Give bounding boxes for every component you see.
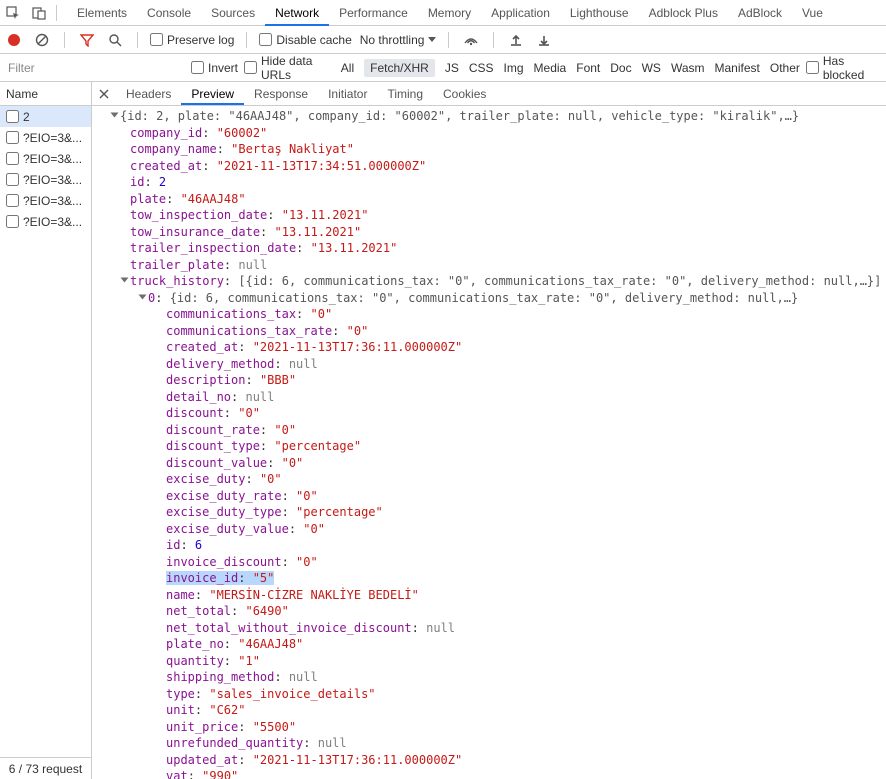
devtools-top-tabs: ElementsConsoleSourcesNetworkPerformance… xyxy=(0,0,886,26)
hide-data-urls-label: Hide data URLs xyxy=(261,54,335,82)
request-name: ?EIO=3&... xyxy=(23,215,82,229)
detail-tab-timing[interactable]: Timing xyxy=(377,83,433,105)
separator xyxy=(56,5,57,21)
throttling-label: No throttling xyxy=(360,33,425,47)
request-item[interactable]: 2 xyxy=(0,106,91,127)
filter-type-img[interactable]: Img xyxy=(504,61,524,75)
request-name: ?EIO=3&... xyxy=(23,173,82,187)
separator xyxy=(246,32,247,48)
detail-tab-cookies[interactable]: Cookies xyxy=(433,83,496,105)
top-tab-lighthouse[interactable]: Lighthouse xyxy=(560,0,639,26)
preserve-log-checkbox[interactable]: Preserve log xyxy=(150,33,234,47)
has-blocked-checkbox[interactable]: Has blocked xyxy=(806,54,880,82)
filter-type-doc[interactable]: Doc xyxy=(610,61,631,75)
separator xyxy=(448,32,449,48)
filter-type-manifest[interactable]: Manifest xyxy=(715,61,760,75)
request-checkbox[interactable] xyxy=(6,152,19,165)
record-button[interactable] xyxy=(4,30,24,50)
top-tab-elements[interactable]: Elements xyxy=(67,0,137,26)
top-tab-application[interactable]: Application xyxy=(481,0,560,26)
request-checkbox[interactable] xyxy=(6,110,19,123)
hide-data-urls-checkbox[interactable]: Hide data URLs xyxy=(244,54,335,82)
separator xyxy=(64,32,65,48)
detail-tab-preview[interactable]: Preview xyxy=(181,83,244,105)
network-conditions-icon[interactable] xyxy=(461,30,481,50)
expand-toggle[interactable] xyxy=(111,113,119,118)
status-bar: 6 / 73 request xyxy=(0,757,91,779)
search-icon[interactable] xyxy=(105,30,125,50)
expand-toggle[interactable] xyxy=(139,294,147,299)
top-tab-adblock[interactable]: AdBlock xyxy=(728,0,792,26)
disable-cache-label: Disable cache xyxy=(276,33,351,47)
invert-label: Invert xyxy=(208,61,238,75)
request-name: ?EIO=3&... xyxy=(23,152,82,166)
detail-tabs: HeadersPreviewResponseInitiatorTimingCoo… xyxy=(92,82,886,106)
filter-type-font[interactable]: Font xyxy=(576,61,600,75)
filter-toggle-icon[interactable] xyxy=(77,30,97,50)
chevron-down-icon xyxy=(428,37,436,42)
filter-type-other[interactable]: Other xyxy=(770,61,800,75)
request-checkbox[interactable] xyxy=(6,215,19,228)
filter-type-ws[interactable]: WS xyxy=(642,61,661,75)
network-toolbar: Preserve log Disable cache No throttling xyxy=(0,26,886,54)
detail-tab-headers[interactable]: Headers xyxy=(116,83,181,105)
request-name: 2 xyxy=(23,110,30,124)
request-list-panel: Name 2 ?EIO=3&... ?EIO=3&... ?EIO=3&... ?EIO… xyxy=(0,82,92,779)
filter-type-css[interactable]: CSS xyxy=(469,61,494,75)
filter-type-media[interactable]: Media xyxy=(534,61,567,75)
filter-bar: Invert Hide data URLs All Fetch/XHR JS CSS I… xyxy=(0,54,886,82)
clear-icon[interactable] xyxy=(32,30,52,50)
request-item[interactable]: ?EIO=3&... xyxy=(0,211,91,232)
expand-toggle[interactable] xyxy=(121,278,129,283)
download-har-icon[interactable] xyxy=(534,30,554,50)
throttling-select[interactable]: No throttling xyxy=(360,33,437,47)
filter-input[interactable] xyxy=(6,60,165,76)
filter-type-wasm[interactable]: Wasm xyxy=(671,61,705,75)
request-list-header: Name xyxy=(0,82,91,106)
separator xyxy=(493,32,494,48)
inspect-icon[interactable] xyxy=(0,0,26,26)
top-tab-memory[interactable]: Memory xyxy=(418,0,481,26)
detail-tab-response[interactable]: Response xyxy=(244,83,318,105)
request-checkbox[interactable] xyxy=(6,173,19,186)
detail-panel: HeadersPreviewResponseInitiatorTimingCoo… xyxy=(92,82,886,779)
filter-type-fetchxhr[interactable]: Fetch/XHR xyxy=(364,59,435,77)
top-tab-network[interactable]: Network xyxy=(265,0,329,26)
filter-type-all[interactable]: All xyxy=(341,61,354,75)
disable-cache-checkbox[interactable]: Disable cache xyxy=(259,33,351,47)
request-item[interactable]: ?EIO=3&... xyxy=(0,190,91,211)
detail-tab-initiator[interactable]: Initiator xyxy=(318,83,377,105)
request-name: ?EIO=3&... xyxy=(23,194,82,208)
top-tab-console[interactable]: Console xyxy=(137,0,201,26)
request-checkbox[interactable] xyxy=(6,194,19,207)
top-tab-adblock-plus[interactable]: Adblock Plus xyxy=(639,0,728,26)
request-item[interactable]: ?EIO=3&... xyxy=(0,148,91,169)
json-preview[interactable]: {id: 2, plate: "46AAJ48", company_id: "6… xyxy=(92,106,886,779)
filter-type-js[interactable]: JS xyxy=(445,61,459,75)
top-tab-sources[interactable]: Sources xyxy=(201,0,265,26)
upload-har-icon[interactable] xyxy=(506,30,526,50)
request-item[interactable]: ?EIO=3&... xyxy=(0,169,91,190)
request-checkbox[interactable] xyxy=(6,131,19,144)
request-list: 2 ?EIO=3&... ?EIO=3&... ?EIO=3&... ?EIO=3&..… xyxy=(0,106,91,757)
resource-type-filters: All Fetch/XHR JS CSS Img Media Font Doc WS Wasm Ma… xyxy=(341,59,800,77)
invert-checkbox[interactable]: Invert xyxy=(191,61,238,75)
main-area: Name 2 ?EIO=3&... ?EIO=3&... ?EIO=3&... ?EIO… xyxy=(0,82,886,779)
top-tab-vue[interactable]: Vue xyxy=(792,0,833,26)
separator xyxy=(137,32,138,48)
preserve-log-label: Preserve log xyxy=(167,33,234,47)
has-blocked-label: Has blocked xyxy=(823,54,880,82)
device-toggle-icon[interactable] xyxy=(26,0,52,26)
close-icon[interactable] xyxy=(92,82,116,106)
request-item[interactable]: ?EIO=3&... xyxy=(0,127,91,148)
request-name: ?EIO=3&... xyxy=(23,131,82,145)
top-tab-performance[interactable]: Performance xyxy=(329,0,418,26)
